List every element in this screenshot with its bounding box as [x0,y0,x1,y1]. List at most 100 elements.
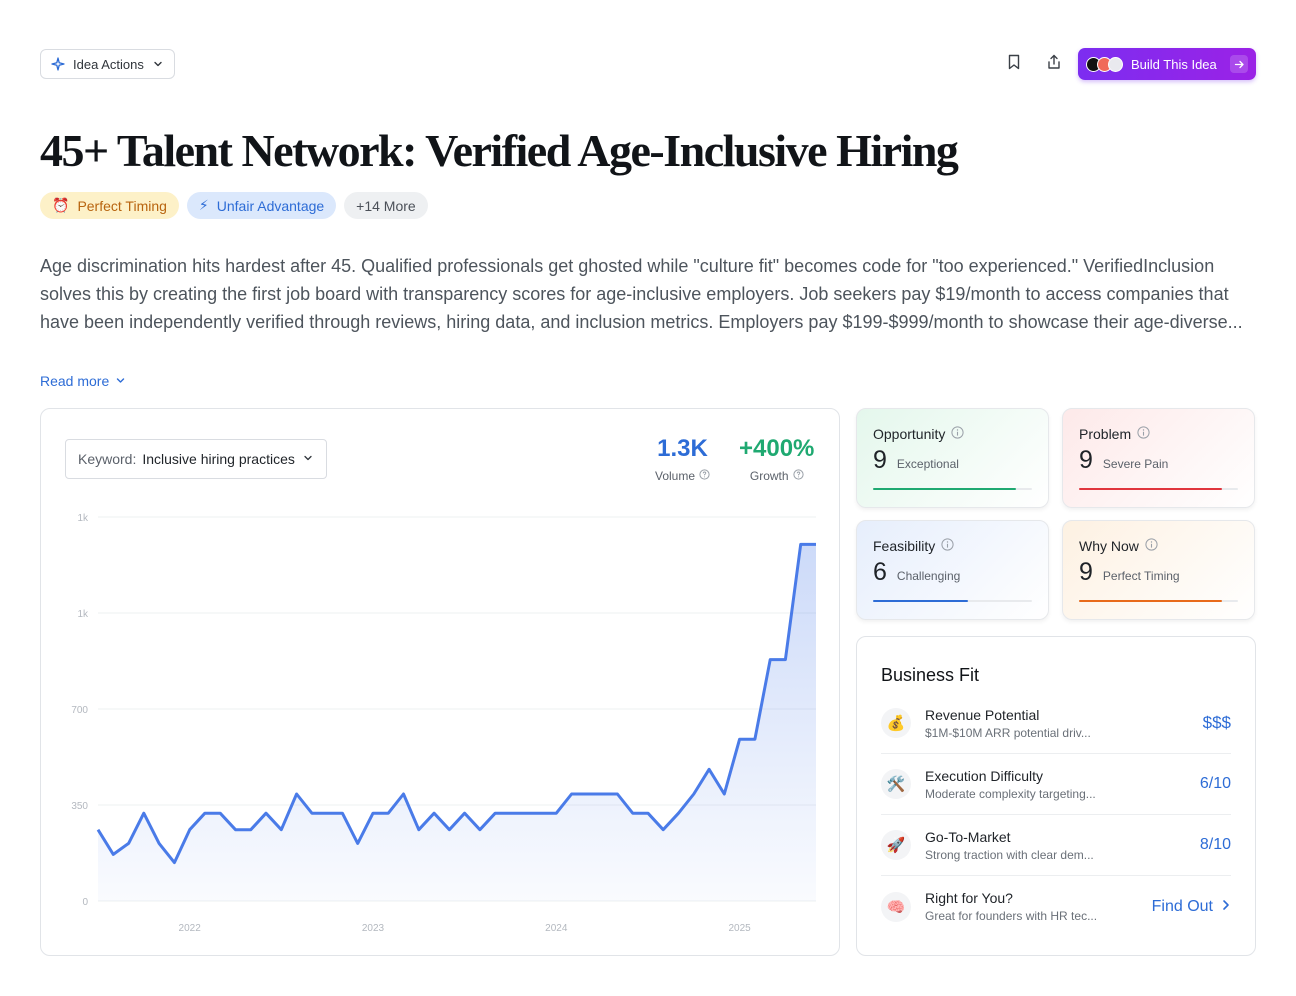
trend-chart-card: Keyword: Inclusive hiring practices 1.3K… [40,408,840,956]
keyword-label: Keyword: [78,451,137,467]
y-tick-label: 350 [71,801,88,812]
keyword-select[interactable]: Keyword: Inclusive hiring practices [65,439,327,479]
data-point[interactable] [141,810,147,816]
data-point[interactable] [767,657,773,663]
data-point[interactable] [782,657,788,663]
data-point[interactable] [569,791,575,797]
data-point[interactable] [324,810,330,816]
data-point[interactable] [202,810,208,816]
data-point[interactable] [645,810,651,816]
data-point[interactable] [446,827,452,833]
data-point[interactable] [538,810,544,816]
data-point[interactable] [431,810,437,816]
row-subtitle: Moderate complexity targeting... [925,786,1096,801]
data-point[interactable] [737,736,743,742]
data-point[interactable] [339,810,345,816]
score-card-why-now[interactable]: Why Now 9 Perfect Timing [1062,520,1255,620]
score-card-opportunity[interactable]: Opportunity 9 Exceptional [856,408,1049,508]
score-value: 9 [1079,446,1093,474]
tag-unfair-advantage[interactable]: ⚡ Unfair Advantage [186,192,337,219]
find-out-label: Find Out [1151,897,1213,915]
data-point[interactable] [232,827,238,833]
data-point[interactable] [416,827,422,833]
find-out-link[interactable]: Find Out [1152,898,1231,916]
share-button[interactable] [1042,52,1066,76]
data-point[interactable] [798,541,804,547]
bookmark-button[interactable] [1002,52,1026,76]
data-point[interactable] [462,810,468,816]
chevron-down-icon [115,373,126,389]
data-point[interactable] [706,766,712,772]
data-point[interactable] [187,827,193,833]
info-icon[interactable] [1137,426,1150,442]
score-bar [873,600,1032,602]
score-bar-fill [1079,600,1223,602]
chevron-down-icon [302,451,314,467]
data-point[interactable] [355,840,361,846]
score-subtitle: Severe Pain [1102,457,1169,471]
score-label: Why Now [1079,538,1139,554]
data-point[interactable] [584,791,590,797]
data-point[interactable] [599,791,605,797]
score-subtitle: Challenging [896,569,961,583]
data-point[interactable] [401,791,407,797]
business-fit-row-execution[interactable]: 🛠️ Execution Difficulty Moderate complex… [881,754,1231,815]
score-card-problem[interactable]: Problem 9 Severe Pain [1062,408,1255,508]
build-this-idea-button[interactable]: Build This Idea [1078,48,1256,80]
chevron-right-icon [1221,898,1231,916]
data-point[interactable] [294,791,300,797]
data-point[interactable] [813,541,819,547]
data-point[interactable] [523,810,529,816]
keyword-value: Inclusive hiring practices [142,451,295,467]
y-tick-label: 0 [82,897,88,908]
help-icon[interactable] [699,469,710,483]
data-point[interactable] [95,827,101,833]
business-fit-row-gtm[interactable]: 🚀 Go-To-Market Strong traction with clea… [881,815,1231,876]
idea-actions-label: Idea Actions [73,56,144,72]
share-icon [1046,54,1062,75]
data-point[interactable] [630,810,636,816]
data-point[interactable] [309,810,315,816]
data-point[interactable] [660,827,666,833]
score-card-feasibility[interactable]: Feasibility 6 Challenging [856,520,1049,620]
row-name: Go-To-Market [925,828,1011,845]
score-bar-fill [1079,488,1223,490]
data-point[interactable] [553,810,559,816]
help-icon[interactable] [792,469,804,483]
data-point[interactable] [477,827,483,833]
idea-actions-button[interactable]: Idea Actions [40,49,175,79]
info-icon[interactable] [941,538,954,554]
score-subtitle: Exceptional [896,457,959,471]
data-point[interactable] [370,810,376,816]
data-point[interactable] [248,827,254,833]
tools-icon: 🛠️ [881,769,911,799]
data-point[interactable] [691,791,697,797]
data-point[interactable] [385,810,391,816]
data-point[interactable] [263,810,269,816]
score-subtitle: Perfect Timing [1102,569,1180,583]
data-point[interactable] [126,840,132,846]
data-point[interactable] [507,810,513,816]
data-point[interactable] [676,810,682,816]
info-icon[interactable] [1145,538,1158,554]
tag-perfect-timing[interactable]: ⏰ Perfect Timing [40,192,179,219]
data-point[interactable] [156,840,162,846]
x-tick-label: 2023 [362,923,385,934]
data-point[interactable] [278,827,284,833]
read-more-link[interactable]: Read more [40,373,126,389]
data-point[interactable] [492,810,498,816]
tag-more-button[interactable]: +14 More [344,192,428,219]
data-point[interactable] [752,736,758,742]
data-point[interactable] [614,791,620,797]
row-name: Execution Difficulty [925,767,1044,784]
info-icon[interactable] [951,426,964,442]
data-point[interactable] [110,851,116,857]
row-subtitle: Strong traction with clear dem... [925,847,1094,862]
business-fit-row-revenue[interactable]: 💰 Revenue Potential $1M-$10M ARR potenti… [881,693,1231,754]
data-point[interactable] [171,860,177,866]
row-name: Right for You? [925,890,1013,906]
data-point[interactable] [217,810,223,816]
business-fit-row-right-for-you[interactable]: 🧠 Right for You? Great for founders with… [881,876,1231,937]
data-point[interactable] [721,791,727,797]
volume-label: Volume [655,469,696,483]
